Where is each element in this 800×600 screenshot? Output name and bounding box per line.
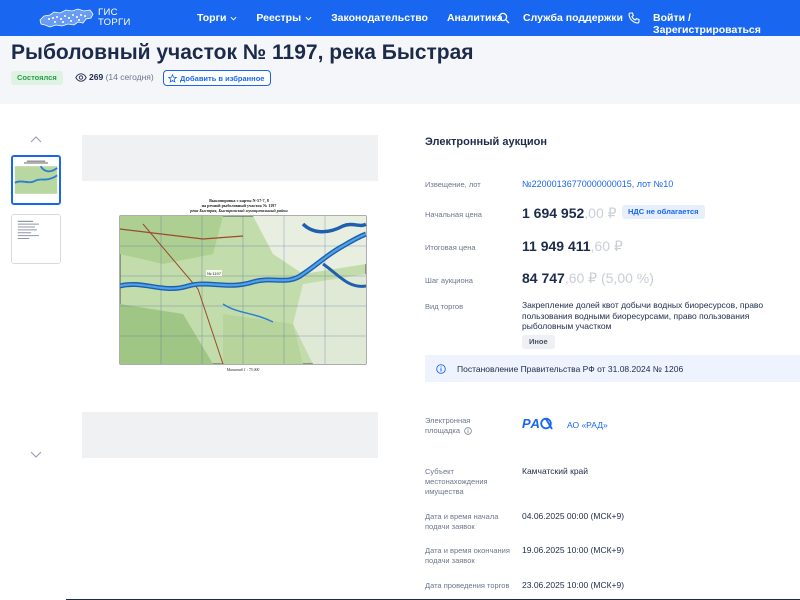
- russia-map-icon: [39, 8, 94, 28]
- end-date-label-line-1: Дата и время окончания: [425, 546, 510, 555]
- rad-logo[interactable]: P A: [522, 416, 555, 431]
- eye-icon: [75, 73, 87, 82]
- regulation-text: Постановление Правительства РФ от 31.08.…: [457, 363, 684, 374]
- info-icon: [436, 363, 446, 374]
- image-placeholder-bottom: [82, 412, 378, 458]
- final-price-label: Итоговая цена: [425, 243, 476, 252]
- phone-icon[interactable]: [628, 12, 640, 24]
- nav-item-torgi[interactable]: Торги: [197, 12, 237, 24]
- page-title: Рыболовный участок № 1197, река Быстрая: [11, 41, 474, 64]
- vat-badge: НДС не облагается: [622, 205, 705, 219]
- image-placeholder-top: [82, 135, 378, 181]
- end-date-label: Дата и время окончания подачи заявок: [425, 546, 510, 566]
- start-date-label: Дата и время начала подачи заявок: [425, 512, 498, 532]
- support-link[interactable]: Служба поддержки: [523, 12, 623, 24]
- document-thumbnail-image: [12, 215, 60, 263]
- trade-date-label: Дата проведения торгов: [425, 581, 510, 590]
- map-caption-3: река Быстрая, Быстринский муниципальный …: [189, 208, 288, 213]
- trade-kind-value: Закрепление долей квот добычи водных био…: [522, 300, 764, 331]
- auction-step-value: 84 747,60 ₽ (5,00 %): [522, 271, 654, 286]
- final-price-cents: ,60 ₽: [590, 238, 623, 254]
- gis-torgi-logo[interactable]: ГИС ТОРГИ: [38, 6, 131, 30]
- nav-item-label: Аналитика: [446, 12, 503, 24]
- platform-label-line-2: площадка: [425, 426, 472, 436]
- subject-label: Субъект местонахождения имущества: [425, 467, 488, 497]
- start-price-main: 1 694 952: [522, 205, 585, 221]
- add-to-favorites-button[interactable]: Добавить в избранное: [163, 70, 272, 86]
- nav-item-legislation[interactable]: Законодательство: [331, 12, 428, 24]
- other-badge: Иное: [522, 335, 555, 349]
- subject-label-line-3: имущества: [425, 487, 464, 496]
- gallery-thumbnail-document[interactable]: [11, 214, 61, 264]
- final-price-main: 11 949 411: [522, 238, 591, 254]
- start-date-label-line-2: подачи заявок: [425, 522, 475, 531]
- subject-value: Камчатский край: [522, 466, 589, 476]
- regulation-notice: Постановление Правительства РФ от 31.08.…: [425, 355, 800, 382]
- subject-label-line-2: местонахождения: [425, 477, 488, 486]
- map-lot-label: № 1197: [207, 271, 222, 276]
- gallery-thumbnail-map[interactable]: [11, 155, 61, 205]
- gallery-prev-icon[interactable]: [30, 135, 42, 143]
- svg-text:A: A: [530, 416, 540, 431]
- platform-label-text: площадка: [425, 426, 461, 435]
- platform-label-line-1: Электронная: [425, 416, 471, 425]
- status-badge: Состоялся: [11, 71, 63, 85]
- start-date-label-line-1: Дата и время начала: [425, 512, 499, 521]
- gallery-next-icon[interactable]: [30, 451, 42, 459]
- nav-item-label: Законодательство: [331, 12, 428, 24]
- end-date-label-line-2: подачи заявок: [425, 556, 475, 565]
- star-icon: [168, 73, 177, 83]
- chevron-down-icon: [230, 16, 237, 21]
- login-register-link[interactable]: Войти / Зарегистрироваться: [653, 12, 800, 36]
- step-main: 84 747: [522, 270, 565, 286]
- nav-item-label: Торги: [197, 12, 227, 24]
- platform-name-link[interactable]: АО «РАД»: [567, 420, 608, 430]
- views-counter: 269 (14 сегодня): [89, 72, 154, 82]
- logo-line-2: ТОРГИ: [98, 17, 131, 28]
- nav-item-label: Реестры: [256, 12, 302, 24]
- start-date-value: 04.06.2025 00:00 (МСК+9): [522, 511, 625, 521]
- nav-item-reestry[interactable]: Реестры: [256, 12, 312, 24]
- map-scale: Масштаб 1 : 75 000: [226, 368, 260, 372]
- step-cents: ,60 ₽ (5,00 %): [564, 270, 654, 286]
- views-today: (14 сегодня): [105, 72, 154, 82]
- trade-date-value: 23.06.2025 10:00 (МСК+9): [522, 580, 625, 590]
- search-icon[interactable]: [498, 12, 510, 24]
- notice-number-link[interactable]: №22000136770000000015, лот №10: [522, 179, 673, 190]
- views-total: 269: [89, 72, 104, 82]
- favorites-label: Добавить в избранное: [180, 73, 265, 83]
- start-price-value: 1 694 952,00 ₽: [522, 206, 617, 221]
- map-thumbnail-image: [13, 157, 59, 203]
- auction-type-heading: Электронный аукцион: [425, 136, 547, 148]
- final-price-value: 11 949 411,60 ₽: [522, 239, 623, 254]
- nav-item-analytics[interactable]: Аналитика: [447, 12, 503, 24]
- info-icon[interactable]: [464, 427, 472, 435]
- trade-kind-label: Вид торгов: [425, 302, 464, 311]
- start-price-cents: ,00 ₽: [584, 205, 617, 221]
- map-main-image[interactable]: Выкопировка с карты N-57-7, 8 на речной …: [103, 194, 375, 378]
- notice-label: Извещение, лот: [425, 180, 481, 189]
- start-price-label: Начальная цена: [425, 210, 482, 219]
- platform-label: Электронная площадка: [425, 416, 472, 436]
- main-nav: Торги Реестры Законодательство Аналитика: [197, 0, 522, 36]
- logo-text: ГИС ТОРГИ: [98, 8, 131, 28]
- chevron-down-icon: [305, 16, 312, 21]
- end-date-value: 19.06.2025 10:00 (МСК+9): [522, 545, 625, 555]
- top-navigation-bar: ГИС ТОРГИ Торги Реестры Законодательство…: [0, 0, 800, 36]
- auction-step-label: Шаг аукциона: [425, 276, 473, 285]
- subject-label-line-1: Субъект: [425, 467, 454, 476]
